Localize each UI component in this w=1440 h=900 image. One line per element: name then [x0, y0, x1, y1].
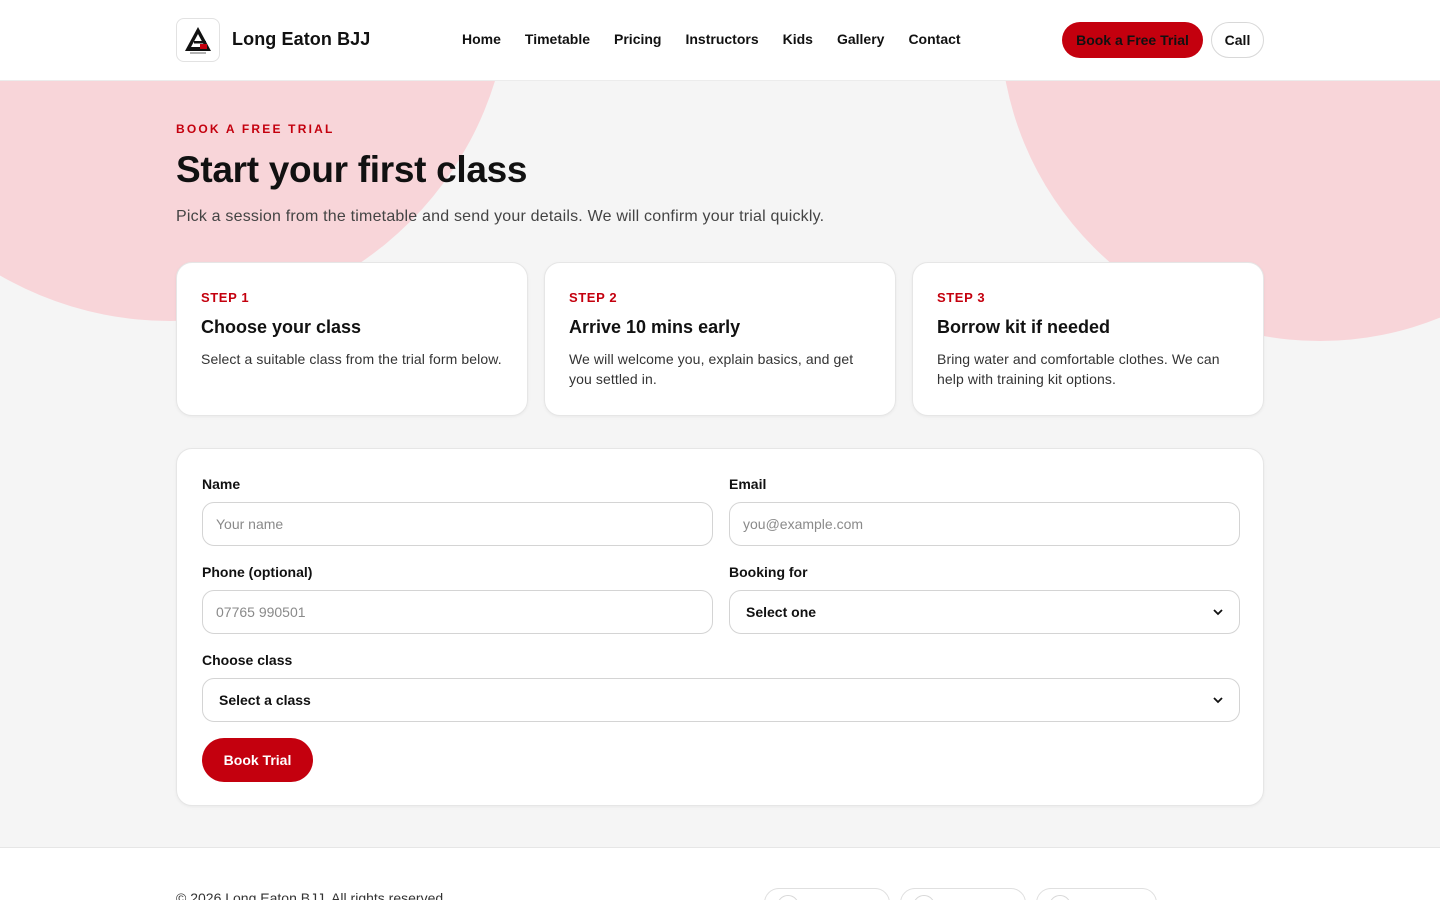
logo[interactable]	[176, 18, 220, 62]
social-icon	[913, 895, 935, 900]
logo-icon	[185, 27, 211, 54]
eyebrow-label: BOOK A FREE TRIAL	[176, 122, 335, 136]
step-label: STEP 1	[201, 290, 250, 305]
email-label: Email	[729, 476, 767, 492]
call-button[interactable]: Call	[1211, 22, 1264, 58]
booking-for-select[interactable]: Select one	[729, 590, 1240, 634]
chevron-down-icon	[1213, 607, 1223, 617]
social-link[interactable]	[1036, 888, 1157, 900]
nav-gallery[interactable]: Gallery	[837, 31, 884, 47]
trial-booking-form: Name Email Phone (optional) Booking for …	[176, 448, 1264, 806]
choose-class-select[interactable]: Select a class	[202, 678, 1240, 722]
main-nav: Home Timetable Pricing Instructors Kids …	[462, 31, 961, 47]
page-title: Start your first class	[176, 149, 528, 190]
site-header: Long Eaton BJJ Home Timetable Pricing In…	[0, 0, 1440, 81]
nav-home[interactable]: Home	[462, 31, 501, 47]
step-title: Choose your class	[201, 317, 362, 337]
main-content: BOOK A FREE TRIAL Start your first class…	[0, 0, 1440, 900]
choose-class-label: Choose class	[202, 652, 293, 668]
social-icon	[777, 895, 799, 900]
book-trial-button[interactable]: Book Trial	[202, 738, 313, 782]
social-icon	[1049, 895, 1071, 900]
booking-for-label: Booking for	[729, 564, 808, 580]
step-label: STEP 3	[937, 290, 986, 305]
step-card: STEP 3 Borrow kit if needed Bring water …	[912, 262, 1264, 416]
copyright-text: © 2026 Long Eaton BJJ. All rights reserv…	[176, 890, 448, 900]
name-label: Name	[202, 476, 241, 492]
nav-kids[interactable]: Kids	[783, 31, 813, 47]
name-field[interactable]	[202, 502, 713, 546]
choose-class-value: Select a class	[219, 692, 311, 708]
step-description: Bring water and comfortable clothes. We …	[937, 351, 1220, 387]
nav-instructors[interactable]: Instructors	[685, 31, 758, 47]
phone-label: Phone (optional)	[202, 564, 313, 580]
booking-for-value: Select one	[746, 604, 817, 620]
step-card: STEP 1 Choose your class Select a suitab…	[176, 262, 528, 416]
social-link[interactable]	[900, 888, 1026, 900]
step-description: Select a suitable class from the trial f…	[201, 351, 502, 367]
social-link[interactable]	[764, 888, 890, 900]
nav-contact[interactable]: Contact	[908, 31, 960, 47]
step-title: Arrive 10 mins early	[569, 317, 741, 337]
nav-pricing[interactable]: Pricing	[614, 31, 661, 47]
brand-name[interactable]: Long Eaton BJJ	[232, 29, 370, 50]
step-title: Borrow kit if needed	[937, 317, 1111, 337]
page-subtitle: Pick a session from the timetable and se…	[176, 208, 825, 225]
step-description: We will welcome you, explain basics, and…	[569, 351, 854, 387]
step-label: STEP 2	[569, 290, 618, 305]
email-field[interactable]	[729, 502, 1240, 546]
book-free-trial-button[interactable]: Book a Free Trial	[1062, 22, 1203, 58]
phone-field[interactable]	[202, 590, 713, 634]
nav-timetable[interactable]: Timetable	[525, 31, 590, 47]
site-footer: © 2026 Long Eaton BJJ. All rights reserv…	[0, 847, 1440, 900]
step-card: STEP 2 Arrive 10 mins early We will welc…	[544, 262, 896, 416]
chevron-down-icon	[1213, 695, 1223, 705]
